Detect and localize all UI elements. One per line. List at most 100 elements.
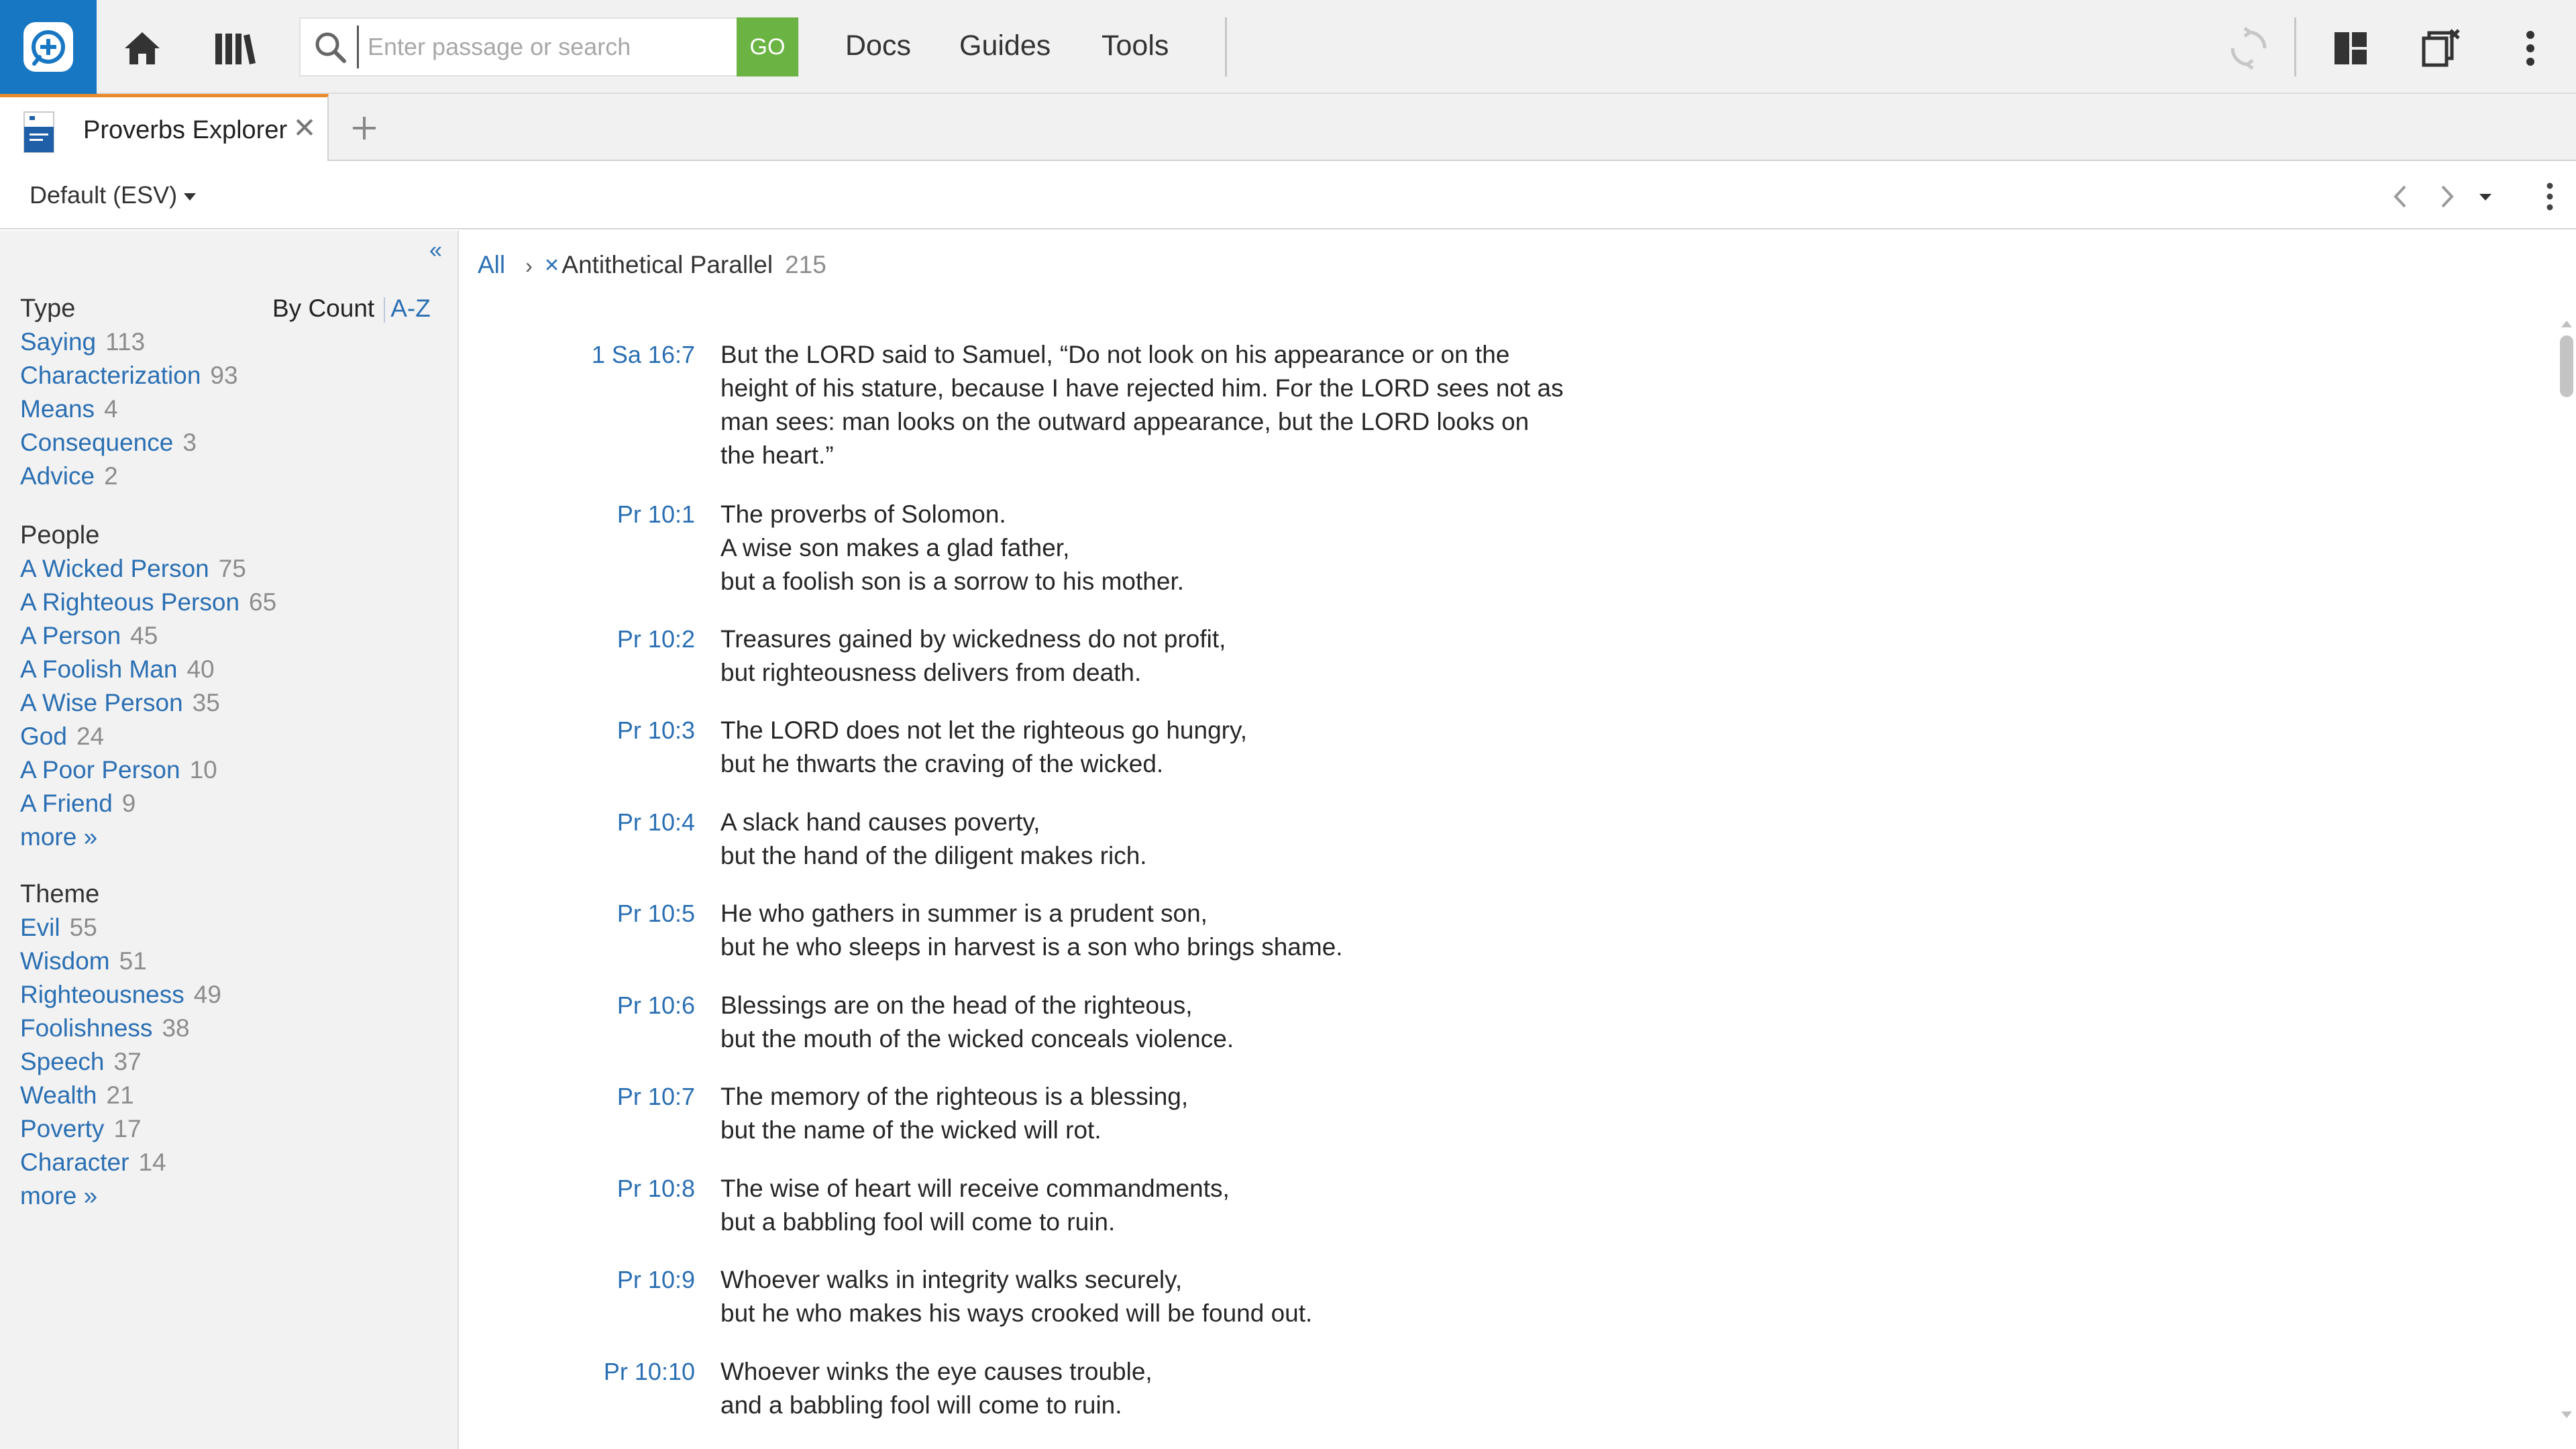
verse-line: but he who sleeps in harvest is a son wh… [720, 933, 1343, 961]
breadcrumb-all[interactable]: All [478, 251, 505, 278]
sort-by-count[interactable]: By Count [272, 294, 374, 322]
facet-count: 65 [249, 588, 277, 616]
verse-reference[interactable]: Pr 10:9 [521, 1263, 695, 1297]
facet-count: 4 [104, 395, 118, 423]
tab-proverbs-explorer[interactable]: Proverbs Explorer ✕ [0, 94, 329, 161]
facet-count: 75 [218, 555, 246, 582]
verse-line: But the LORD said to Samuel, “Do not loo… [720, 341, 1510, 368]
verse-text: A slack hand causes poverty, but the han… [720, 806, 1566, 873]
facet-item[interactable]: A Foolish Man 40 [20, 653, 436, 686]
logos-bible-icon[interactable] [0, 0, 97, 94]
verse-text: He who gathers in summer is a prudent so… [720, 897, 1566, 964]
scrollbar-thumb[interactable] [2560, 335, 2573, 397]
panel-menu-icon[interactable] [2533, 180, 2567, 213]
add-tab-icon[interactable] [347, 111, 381, 145]
history-dropdown-icon[interactable] [2469, 180, 2502, 213]
sort-options: By Count A-Z [272, 292, 431, 325]
verse-reference[interactable]: Pr 10:8 [521, 1172, 695, 1205]
facet-item[interactable]: Wisdom 51 [20, 945, 436, 978]
verse-reference[interactable]: Pr 10:3 [521, 714, 695, 747]
close-panels-icon[interactable] [2412, 20, 2469, 76]
collapse-sidebar-icon[interactable]: « [429, 237, 442, 264]
facet-item[interactable]: A Wicked Person 75 [20, 552, 436, 586]
more-vertical-icon[interactable] [2502, 20, 2559, 76]
more-link-people[interactable]: more » [20, 820, 436, 854]
verse-line: but righteousness delivers from death. [720, 659, 1142, 686]
facet-item[interactable]: Poverty 17 [20, 1112, 436, 1146]
close-icon[interactable]: ✕ [292, 114, 317, 142]
facet-item[interactable]: Speech 37 [20, 1045, 436, 1079]
facet-item[interactable]: Righteousness 49 [20, 978, 436, 1012]
verse-text: But the LORD said to Samuel, “Do not loo… [720, 338, 1566, 472]
dataset-dropdown[interactable]: Default (ESV) [30, 181, 197, 209]
verse-reference[interactable]: Pr 10:2 [521, 623, 695, 656]
search-input[interactable] [368, 23, 1032, 71]
panel-toolbar: Default (ESV) [0, 162, 2576, 229]
back-icon[interactable] [2384, 180, 2418, 213]
verse-reference[interactable]: Pr 10:4 [521, 806, 695, 839]
facet-item[interactable]: A Righteous Person 65 [20, 586, 436, 619]
verse-text: The LORD does not let the righteous go h… [720, 714, 1566, 781]
tab-label: Proverbs Explorer [83, 116, 288, 144]
facet-label: A Foolish Man [20, 655, 178, 683]
chevron-down-icon [184, 193, 197, 201]
facet-item[interactable]: Characterization 93 [20, 359, 436, 392]
facet-count: 38 [162, 1014, 190, 1042]
facet-item[interactable]: A Friend 9 [20, 787, 436, 820]
verse-line: The proverbs of Solomon. [720, 500, 1006, 528]
facet-count: 14 [138, 1148, 166, 1176]
results-pane: All › × Antithetical Parallel 215 1 Sa 16:7 … [460, 231, 2576, 1449]
toolbar-divider [1225, 17, 1227, 76]
facet-item[interactable]: Consequence 3 [20, 426, 436, 460]
nav-tools[interactable]: Tools [1102, 30, 1169, 62]
verse-text: The wise of heart will receive commandme… [720, 1172, 1566, 1239]
verse-reference[interactable]: Pr 10:10 [521, 1355, 695, 1389]
facet-item[interactable]: Foolishness 38 [20, 1012, 436, 1045]
breadcrumb-count: 215 [785, 251, 826, 278]
go-button[interactable]: GO [737, 17, 798, 76]
search-box [299, 17, 1032, 76]
facet-label: Consequence [20, 429, 174, 456]
home-icon[interactable] [114, 20, 170, 76]
scrollbar[interactable] [2559, 315, 2573, 1429]
library-icon[interactable] [207, 20, 263, 76]
verse-reference[interactable]: Pr 10:1 [521, 498, 695, 531]
facet-group-title: People [20, 521, 100, 549]
facet-label: A Wicked Person [20, 555, 209, 582]
facet-item[interactable]: Saying 113 [20, 325, 436, 359]
forward-icon[interactable] [2430, 180, 2463, 213]
more-link-theme[interactable]: more » [20, 1179, 436, 1213]
verse-line: but a foolish son is a sorrow to his mot… [720, 568, 1185, 595]
verse-text: Blessings are on the head of the righteo… [720, 989, 1566, 1056]
verse-line: The memory of the righteous is a blessin… [720, 1083, 1189, 1110]
verse-line: height of his stature, because I have re… [720, 374, 1564, 402]
scroll-down-arrow-icon[interactable] [2561, 1411, 2572, 1418]
facet-item[interactable]: Advice 2 [20, 460, 436, 493]
facet-item[interactable]: Evil 55 [20, 911, 436, 945]
layout-icon[interactable] [2322, 20, 2379, 76]
facet-item[interactable]: A Person 45 [20, 619, 436, 653]
verse-reference[interactable]: Pr 10:7 [521, 1080, 695, 1114]
sort-a-z[interactable]: A-Z [390, 294, 431, 322]
facet-item[interactable]: God 24 [20, 720, 436, 753]
verse-text: The memory of the righteous is a blessin… [720, 1080, 1566, 1147]
breadcrumb-filter: Antithetical Parallel [561, 251, 773, 278]
remove-filter-icon[interactable]: × [545, 251, 559, 278]
verse-reference[interactable]: Pr 10:5 [521, 897, 695, 930]
breadcrumb: All › × Antithetical Parallel 215 [478, 251, 826, 279]
nav-docs[interactable]: Docs [845, 30, 911, 62]
facet-item[interactable]: A Wise Person 35 [20, 686, 436, 720]
facet-label: A Friend [20, 790, 113, 817]
scroll-up-arrow-icon[interactable] [2561, 321, 2572, 327]
facet-count: 2 [104, 462, 118, 490]
facet-item[interactable]: Character 14 [20, 1146, 436, 1179]
facet-item[interactable]: A Poor Person 10 [20, 753, 436, 787]
verse-reference[interactable]: 1 Sa 16:7 [521, 338, 695, 372]
sync-icon[interactable] [2220, 20, 2277, 76]
facet-item[interactable]: Wealth 21 [20, 1079, 436, 1112]
nav-guides[interactable]: Guides [959, 30, 1051, 62]
facet-sidebar: « Type By Count A-Z Saying 113 Characteriz… [0, 231, 459, 1449]
verse-reference[interactable]: Pr 10:6 [521, 989, 695, 1022]
facet-item[interactable]: Means 4 [20, 392, 436, 426]
facet-count: 3 [182, 429, 197, 456]
